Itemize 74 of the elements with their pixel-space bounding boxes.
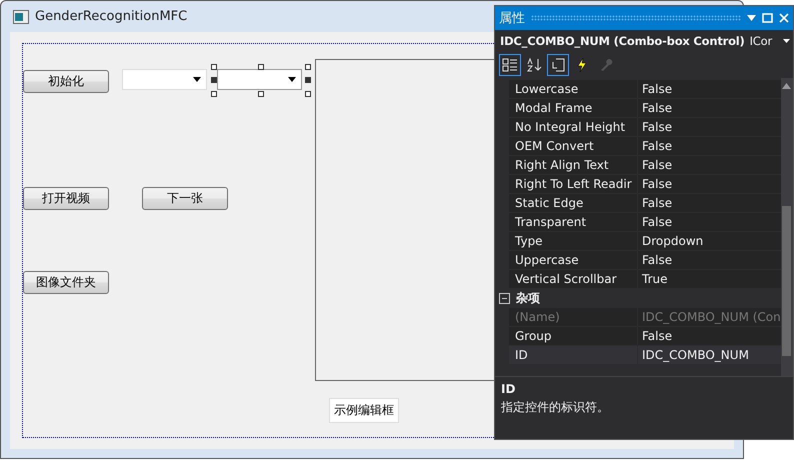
sort-az-icon <box>526 57 542 73</box>
dialog-button[interactable]: 图像文件夹 <box>23 271 109 294</box>
property-row[interactable]: Lowercase False <box>509 80 781 99</box>
property-row[interactable]: OEM Convert False <box>509 137 781 156</box>
property-value[interactable]: False <box>638 175 781 193</box>
property-name: Group <box>509 327 638 345</box>
property-name: ID <box>509 346 638 364</box>
property-value[interactable]: False <box>638 137 781 155</box>
property-row[interactable]: Group False <box>509 327 781 346</box>
description-title: ID <box>501 382 516 396</box>
dialog-button[interactable]: 下一张 <box>142 187 228 210</box>
property-value[interactable]: False <box>638 156 781 174</box>
app-icon <box>13 10 29 24</box>
resize-handle[interactable] <box>305 64 311 70</box>
property-name: Lowercase <box>509 80 638 98</box>
dropdown-arrow-icon[interactable] <box>783 39 790 43</box>
property-name: Modal Frame <box>509 99 638 117</box>
property-row[interactable]: Modal Frame False <box>509 99 781 118</box>
property-value[interactable]: Dropdown <box>638 232 781 250</box>
property-row[interactable]: Vertical Scrollbar True <box>509 270 781 289</box>
property-page-icon <box>550 57 566 73</box>
resize-handle[interactable] <box>258 91 264 97</box>
property-value[interactable]: False <box>638 327 781 345</box>
property-row[interactable]: Right Align Text False <box>509 156 781 175</box>
property-name: (Name) <box>509 308 638 326</box>
resize-handle[interactable] <box>211 76 217 82</box>
edit-box[interactable]: 示例编辑框 <box>329 398 399 423</box>
property-row[interactable]: Transparent False <box>509 213 781 232</box>
resize-handle[interactable] <box>211 91 217 97</box>
categorized-list-icon <box>502 57 518 73</box>
property-name: Transparent <box>509 213 638 231</box>
resize-handle[interactable] <box>211 64 217 70</box>
property-row[interactable]: No Integral Height False <box>509 118 781 137</box>
property-name: Static Edge <box>509 194 638 212</box>
resize-handle[interactable] <box>258 64 264 70</box>
dropdown-arrow-icon <box>193 77 201 82</box>
dialog-button[interactable]: 初始化 <box>23 70 109 93</box>
property-value[interactable]: True <box>638 270 781 288</box>
property-name: OEM Convert <box>509 137 638 155</box>
property-row[interactable]: Type Dropdown <box>509 232 781 251</box>
description-text: 指定控件的标识符。 <box>501 399 610 416</box>
property-value[interactable]: False <box>638 251 781 269</box>
collapse-icon[interactable] <box>499 293 510 304</box>
scroll-up-arrow-icon[interactable] <box>782 83 792 89</box>
resize-handle[interactable] <box>305 91 311 97</box>
toolbar-button[interactable] <box>547 54 569 76</box>
property-name: Right Align Text <box>509 156 638 174</box>
close-icon[interactable] <box>779 13 789 23</box>
property-name: Uppercase <box>509 251 638 269</box>
property-name: Vertical Scrollbar <box>509 270 638 288</box>
property-row[interactable]: Uppercase False <box>509 251 781 270</box>
toolbar-button[interactable] <box>499 54 521 76</box>
scrollbar[interactable] <box>780 78 793 376</box>
panel-title: 属性 <box>499 10 525 27</box>
window-title: GenderRecognitionMFC <box>35 9 188 24</box>
property-name: Right To Left Readir <box>509 175 638 193</box>
property-value[interactable]: IDC_COMBO_NUM <box>638 346 781 364</box>
dialog-button[interactable]: 打开视频 <box>23 187 109 210</box>
property-row[interactable]: Static Edge False <box>509 194 781 213</box>
property-row[interactable]: Right To Left Readir False <box>509 175 781 194</box>
property-name: Type <box>509 232 638 250</box>
property-value[interactable]: False <box>638 80 781 98</box>
property-row[interactable]: ID IDC_COMBO_NUM <box>509 346 781 365</box>
property-value[interactable]: False <box>638 99 781 117</box>
selected-object-name: IDC_COMBO_NUM (Combo-box Control) <box>500 34 745 48</box>
property-name: No Integral Height <box>509 118 638 136</box>
dropdown-arrow-icon <box>288 77 296 82</box>
maximize-icon[interactable] <box>762 13 773 23</box>
property-value[interactable]: False <box>638 213 781 231</box>
resize-handle[interactable] <box>305 76 311 82</box>
category-label: 杂项 <box>516 290 540 307</box>
property-value[interactable]: False <box>638 194 781 212</box>
property-value[interactable]: False <box>638 118 781 136</box>
object-type-text: ICor <box>750 34 772 48</box>
